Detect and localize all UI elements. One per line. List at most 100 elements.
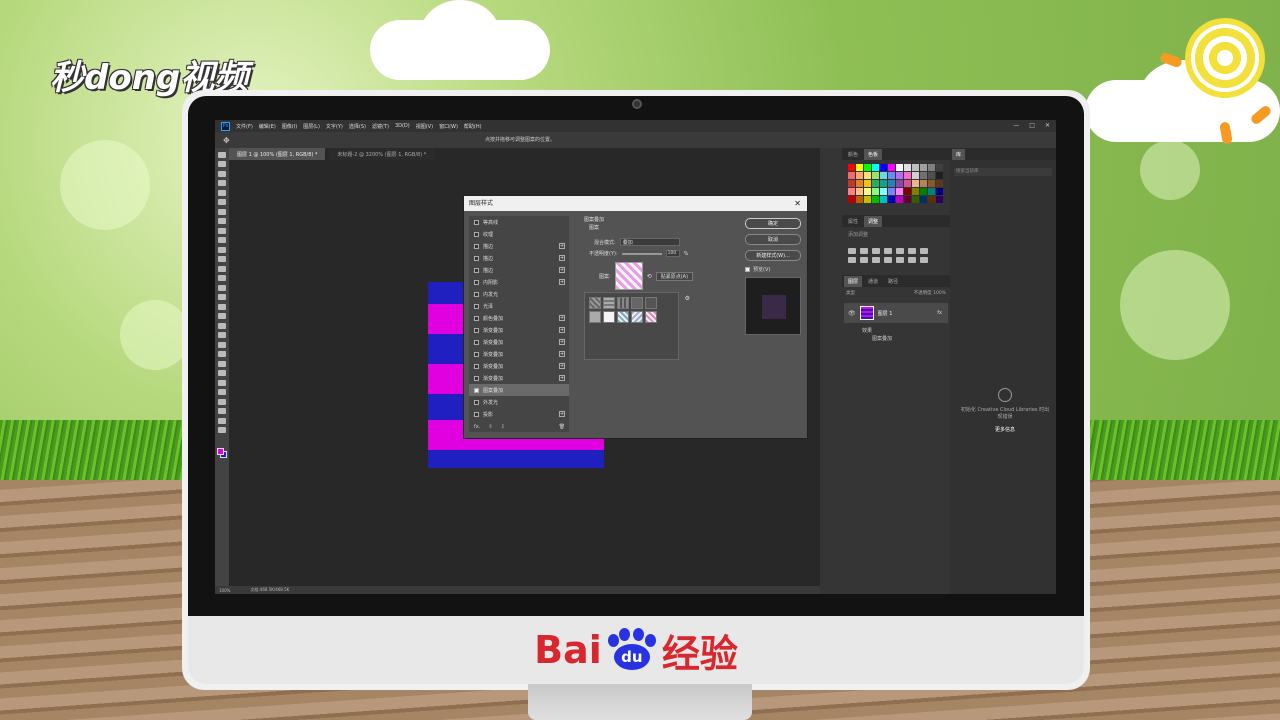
color-swatch[interactable]	[888, 164, 895, 171]
style-checkbox[interactable]	[474, 375, 479, 381]
tool-icon[interactable]	[218, 303, 226, 310]
style-list-item[interactable]: 描边 +	[469, 240, 569, 252]
color-swatch[interactable]	[888, 196, 895, 203]
style-checkbox[interactable]	[474, 255, 479, 261]
color-swatch[interactable]	[896, 180, 903, 187]
preview-checkbox[interactable]	[745, 267, 750, 272]
color-swatch[interactable]	[872, 188, 879, 195]
layer-row[interactable]: 👁 图层 1 fx	[844, 303, 948, 323]
color-swatch[interactable]	[848, 180, 855, 187]
color-swatch[interactable]	[864, 188, 871, 195]
move-up-button[interactable]: ⇧	[488, 424, 492, 430]
style-checkbox[interactable]	[474, 303, 479, 309]
style-checkbox[interactable]	[474, 291, 479, 297]
color-swatch[interactable]	[912, 180, 919, 187]
color-swatch[interactable]	[920, 164, 927, 171]
doc-tab-2[interactable]: 未标题-2 @ 3200% (图层 1, RGB/8) *	[329, 148, 435, 160]
style-list-item[interactable]: 投影 +	[469, 408, 569, 420]
tool-icon[interactable]	[218, 151, 226, 158]
tool-icon[interactable]	[218, 417, 226, 424]
tool-icon[interactable]	[218, 189, 226, 196]
style-checkbox[interactable]	[474, 411, 479, 417]
adjustment-icon[interactable]	[884, 257, 892, 263]
adjustment-icon[interactable]	[872, 257, 880, 263]
menu-item[interactable]: 滤镜(T)	[372, 123, 389, 130]
style-list-item[interactable]: 图案叠加	[469, 384, 569, 396]
color-swatch[interactable]	[912, 188, 919, 195]
adjustment-icons[interactable]	[842, 242, 950, 269]
gear-icon[interactable]: ⚙	[685, 295, 690, 302]
tool-icon[interactable]	[218, 170, 226, 177]
layer-name[interactable]: 图层 1	[878, 310, 893, 317]
snap-to-origin-button[interactable]: 贴紧原点(A)	[655, 271, 694, 281]
add-style-icon[interactable]: +	[559, 363, 565, 369]
color-swatch[interactable]	[904, 164, 911, 171]
style-checkbox[interactable]	[474, 399, 479, 405]
color-swatch[interactable]	[920, 180, 927, 187]
close-window-button[interactable]: ✕	[1045, 122, 1050, 129]
new-preset-icon[interactable]: ⟲	[647, 273, 652, 280]
color-swatch[interactable]	[856, 196, 863, 203]
tab-swatches[interactable]: 色板	[864, 148, 883, 160]
color-swatch[interactable]	[872, 164, 879, 171]
menu-item[interactable]: 图像(I)	[282, 123, 297, 130]
color-swatch[interactable]	[848, 164, 855, 171]
color-swatch[interactable]	[856, 180, 863, 187]
adjustment-icon[interactable]	[860, 257, 868, 263]
pattern-swatch[interactable]	[645, 311, 657, 323]
color-swatch[interactable]	[872, 172, 879, 179]
blend-mode-select[interactable]: 叠加	[619, 238, 680, 246]
add-style-icon[interactable]: +	[559, 411, 565, 417]
color-swatch[interactable]	[880, 196, 887, 203]
style-list-item[interactable]: 纹理	[469, 228, 569, 240]
style-checkbox[interactable]	[474, 387, 479, 393]
tab-libraries[interactable]: 库	[952, 148, 966, 160]
tool-icon[interactable]	[218, 227, 226, 234]
color-swatch[interactable]	[904, 196, 911, 203]
style-list-item[interactable]: 渐变叠加 +	[469, 360, 569, 372]
tool-icon[interactable]	[218, 237, 226, 243]
color-swatch[interactable]	[864, 196, 871, 203]
library-search-input[interactable]: 搜索当前库	[954, 168, 1052, 176]
fx-menu-button[interactable]: fx.	[474, 424, 480, 430]
color-swatch[interactable]	[864, 172, 871, 179]
add-style-icon[interactable]: +	[559, 375, 565, 381]
pattern-swatch[interactable]	[603, 297, 615, 309]
color-swatch[interactable]	[864, 180, 871, 187]
color-swatch[interactable]	[936, 188, 943, 195]
style-checkbox[interactable]	[474, 339, 479, 345]
tool-icon[interactable]	[218, 341, 226, 348]
adjustment-icon[interactable]	[920, 257, 928, 263]
color-swatch[interactable]	[864, 164, 871, 171]
tool-icon[interactable]	[218, 389, 226, 395]
color-swatch[interactable]	[848, 172, 855, 179]
tool-icon[interactable]	[218, 313, 226, 319]
tool-icon[interactable]	[218, 379, 226, 386]
add-style-icon[interactable]: +	[559, 327, 565, 333]
adjustment-icon[interactable]	[908, 257, 916, 263]
color-swatch[interactable]	[920, 196, 927, 203]
color-swatch[interactable]	[912, 172, 919, 179]
menu-item[interactable]: 帮助(H)	[464, 123, 482, 130]
pattern-swatch[interactable]	[589, 297, 601, 309]
tool-icon[interactable]	[218, 370, 226, 376]
ok-button[interactable]: 确定	[745, 218, 801, 229]
color-swatch[interactable]	[856, 164, 863, 171]
color-swatch[interactable]	[880, 188, 887, 195]
opacity-input[interactable]: 100	[665, 250, 680, 257]
adjustment-icon[interactable]	[920, 248, 928, 254]
color-swatch[interactable]	[872, 180, 879, 187]
delete-effect-button[interactable]: 🗑	[559, 424, 565, 430]
tab-properties[interactable]: 属性	[844, 216, 862, 227]
pattern-thumbnail[interactable]	[614, 262, 643, 290]
color-swatch[interactable]	[896, 164, 903, 171]
style-list-item[interactable]: 渐变叠加 +	[469, 336, 569, 348]
color-swatch[interactable]	[928, 180, 935, 187]
color-swatch[interactable]	[936, 196, 943, 203]
color-swatch[interactable]	[888, 172, 895, 179]
style-checkbox[interactable]	[474, 219, 479, 225]
menu-item[interactable]: 3D(D)	[395, 123, 410, 129]
style-list-item[interactable]: 外发光	[469, 396, 569, 408]
adjustment-icon[interactable]	[908, 248, 916, 254]
color-swatch[interactable]	[920, 172, 927, 179]
